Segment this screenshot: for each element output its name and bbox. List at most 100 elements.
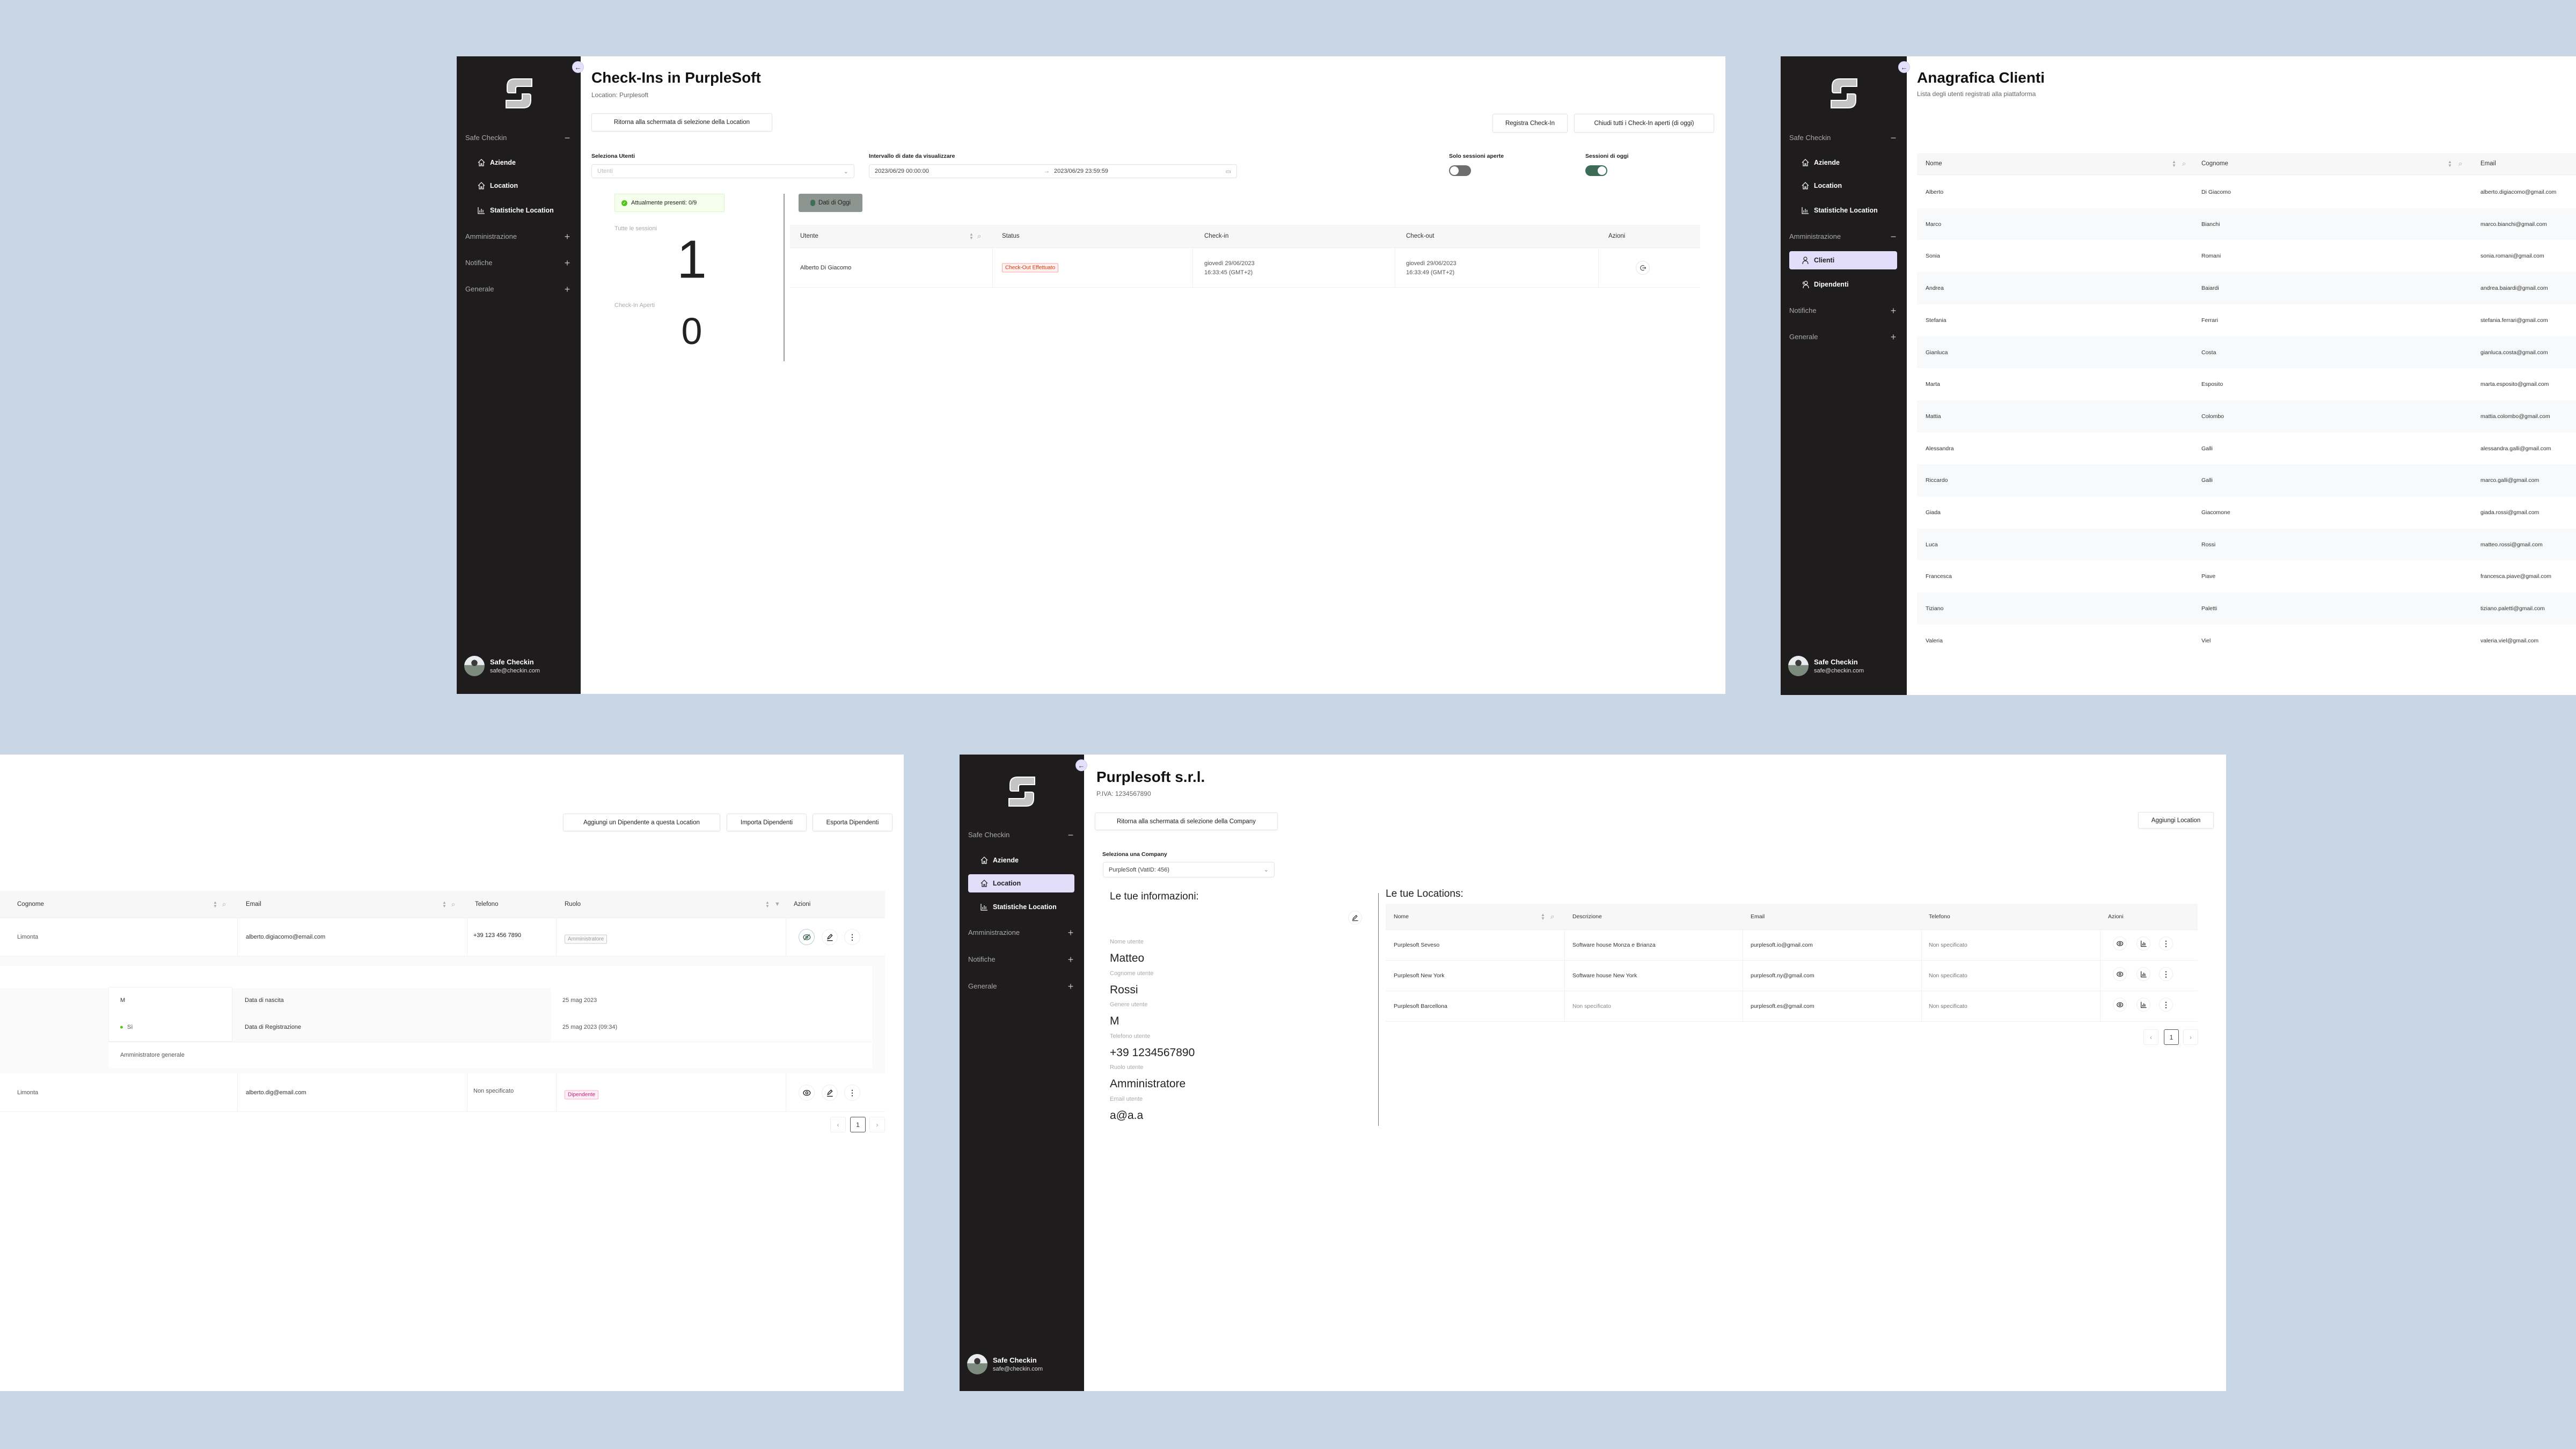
company-select[interactable]: PurpleSoft (VatID: 456) ⌄ xyxy=(1103,862,1275,877)
sidebar-item-clients[interactable]: Clienti xyxy=(1789,251,1897,269)
sidebar-item-companies[interactable]: Aziende xyxy=(1789,153,1897,172)
sidebar-item-companies[interactable]: Aziende xyxy=(968,851,1074,869)
sidebar-group-safe_checkin[interactable]: Safe Checkin xyxy=(1789,133,1831,143)
table-row[interactable] xyxy=(1917,560,2576,593)
import-employees-button[interactable]: Importa Dipendenti xyxy=(727,814,807,831)
table-row[interactable] xyxy=(1917,400,2576,433)
location-stats-button[interactable] xyxy=(2136,936,2150,950)
search-icon[interactable]: ⌕ xyxy=(1550,912,1554,921)
plus-icon[interactable]: + xyxy=(564,284,571,295)
more-button[interactable]: ⋮ xyxy=(844,1085,860,1101)
hide-details-button[interactable] xyxy=(799,929,815,945)
sidebar-item-stats[interactable]: Statistiche Location xyxy=(1789,201,1897,219)
search-icon[interactable]: ⌕ xyxy=(977,232,981,240)
sidebar-item-companies[interactable]: Aziende xyxy=(465,153,571,172)
prev-page-button[interactable]: ‹ xyxy=(2143,1029,2158,1045)
next-page-button[interactable]: › xyxy=(2183,1029,2198,1045)
table-row[interactable] xyxy=(1917,304,2576,336)
table-row[interactable] xyxy=(1917,592,2576,625)
close-all-checkins-button[interactable]: Chiudi tutti i Check-In aperti (di oggi) xyxy=(1574,114,1714,133)
view-location-button[interactable] xyxy=(2113,936,2127,950)
prev-page-button[interactable]: ‹ xyxy=(830,1117,846,1132)
user-profile[interactable]: Safe Checkin safe@checkin.com xyxy=(967,1354,1043,1374)
checkout-button[interactable] xyxy=(1636,261,1650,275)
plus-icon[interactable]: + xyxy=(564,231,571,242)
user-profile[interactable]: Safe Checkin safe@checkin.com xyxy=(1788,656,1864,676)
view-location-button[interactable] xyxy=(2113,998,2127,1012)
today-sessions-toggle[interactable] xyxy=(1585,165,1607,176)
table-row[interactable] xyxy=(1917,464,2576,496)
collapse-sidebar-button[interactable]: ← xyxy=(1898,61,1910,73)
location-stats-button[interactable] xyxy=(2136,998,2150,1012)
column-header[interactable]: Check-out xyxy=(1406,233,1434,239)
sidebar-item-employees[interactable]: Dipendenti xyxy=(1789,275,1897,294)
view-location-button[interactable] xyxy=(2113,967,2127,981)
plus-icon[interactable]: + xyxy=(1067,981,1074,992)
table-row[interactable] xyxy=(1917,176,2576,208)
sort-icon[interactable]: ▲ ▼ xyxy=(969,232,974,240)
users-select[interactable]: Utenti ⌄ xyxy=(591,164,854,178)
sidebar-group-administration[interactable]: Amministrazione xyxy=(968,927,1020,938)
date-from[interactable]: 2023/06/29 00:00:00 xyxy=(875,168,1044,174)
column-header[interactable]: Telefono xyxy=(1929,913,1950,920)
column-header[interactable]: Azioni xyxy=(794,901,810,908)
sidebar-group-general[interactable]: Generale xyxy=(1789,332,1818,342)
table-row[interactable] xyxy=(1917,432,2576,465)
table-row[interactable] xyxy=(1917,368,2576,400)
add-location-button[interactable]: Aggiungi Location xyxy=(2138,812,2214,829)
sidebar-item-location[interactable]: Location xyxy=(968,874,1074,892)
search-icon[interactable]: ⌕ xyxy=(451,900,455,909)
back-to-location-button[interactable]: Ritorna alla schermata di selezione dell… xyxy=(591,113,772,131)
more-button[interactable]: ⋮ xyxy=(2159,967,2173,981)
table-row[interactable] xyxy=(1917,624,2576,657)
column-header[interactable]: Descrizione xyxy=(1572,913,1602,920)
sidebar-group-administration[interactable]: Amministrazione xyxy=(465,231,517,242)
column-header[interactable]: Utente xyxy=(800,233,818,239)
table-row[interactable] xyxy=(1917,496,2576,529)
back-to-company-button[interactable]: Ritorna alla schermata di selezione dell… xyxy=(1095,813,1278,830)
table-row[interactable] xyxy=(1917,240,2576,273)
page-1-button[interactable]: 1 xyxy=(2164,1029,2179,1045)
table-row[interactable] xyxy=(1917,336,2576,369)
more-button[interactable]: ⋮ xyxy=(2159,998,2173,1012)
column-header[interactable]: Azioni xyxy=(1608,233,1625,239)
edit-button[interactable] xyxy=(822,1085,838,1101)
column-header[interactable]: Azioni xyxy=(2108,913,2124,920)
table-row[interactable] xyxy=(1917,528,2576,561)
column-header[interactable]: Status xyxy=(1002,233,1020,239)
column-header[interactable]: Email xyxy=(2480,160,2496,167)
export-employees-button[interactable]: Esporta Dipendenti xyxy=(813,814,892,831)
sort-icon[interactable]: ▲ ▼ xyxy=(765,901,770,909)
minus-icon[interactable]: − xyxy=(1067,830,1074,840)
more-button[interactable]: ⋮ xyxy=(844,929,860,945)
search-icon[interactable]: ⌕ xyxy=(222,900,226,909)
column-header[interactable]: Nome xyxy=(1394,913,1409,920)
date-to[interactable]: 2023/06/29 23:59:59 xyxy=(1054,168,1108,174)
sidebar-group-safe_checkin[interactable]: Safe Checkin xyxy=(465,133,507,143)
sidebar-group-notifications[interactable]: Notifiche xyxy=(1789,305,1817,316)
location-stats-button[interactable] xyxy=(2136,967,2150,981)
minus-icon[interactable]: − xyxy=(564,133,571,143)
column-header[interactable]: Email xyxy=(246,901,261,908)
minus-icon[interactable]: − xyxy=(1890,231,1897,242)
column-header[interactable]: Check-in xyxy=(1204,233,1228,239)
column-header[interactable]: Email xyxy=(1751,913,1765,920)
user-profile[interactable]: Safe Checkin safe@checkin.com xyxy=(464,656,540,676)
sort-icon[interactable]: ▲ ▼ xyxy=(2448,160,2452,168)
filter-icon[interactable]: ▼ xyxy=(774,901,780,908)
sidebar-group-safe_checkin[interactable]: Safe Checkin xyxy=(968,830,1009,840)
sidebar-group-general[interactable]: Generale xyxy=(465,284,494,295)
sort-icon[interactable]: ▲ ▼ xyxy=(213,901,217,909)
sidebar-item-location[interactable]: Location xyxy=(1789,177,1897,195)
sidebar-item-stats[interactable]: Statistiche Location xyxy=(465,201,571,219)
collapse-sidebar-button[interactable]: ← xyxy=(572,61,584,73)
edit-button[interactable] xyxy=(822,929,838,945)
table-row[interactable] xyxy=(1917,208,2576,240)
sidebar-group-administration[interactable]: Amministrazione xyxy=(1789,231,1841,242)
more-button[interactable]: ⋮ xyxy=(2159,936,2173,950)
edit-info-button[interactable] xyxy=(1348,911,1362,925)
sidebar-item-location[interactable]: Location xyxy=(465,177,571,195)
sidebar-group-notifications[interactable]: Notifiche xyxy=(465,258,493,268)
minus-icon[interactable]: − xyxy=(1890,133,1897,143)
sidebar-group-general[interactable]: Generale xyxy=(968,981,997,992)
